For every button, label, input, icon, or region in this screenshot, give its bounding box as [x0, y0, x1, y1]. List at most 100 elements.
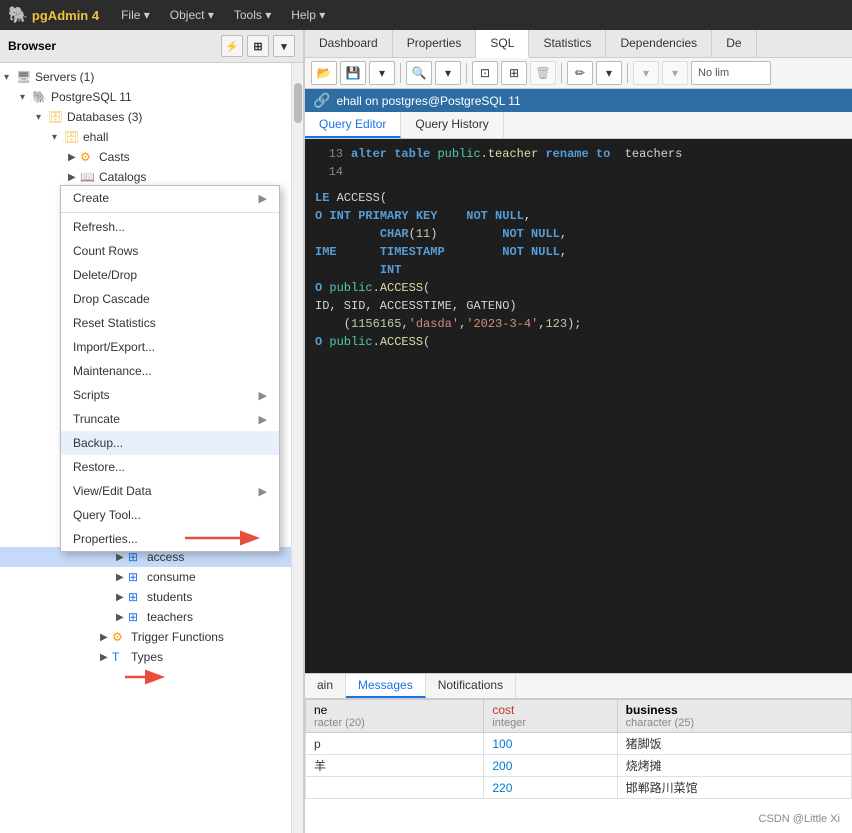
label-consume: consume — [147, 570, 196, 584]
search-btn[interactable]: 🔍 — [406, 61, 432, 85]
connection-label: ehall on postgres@PostgreSQL 11 — [336, 94, 520, 108]
toggle-catalogs[interactable]: ▶ — [68, 172, 80, 183]
icon-postgresql: 🐘 — [32, 90, 48, 104]
ctx-item-reset-statistics[interactable]: Reset Statistics — [61, 311, 279, 335]
menu-help[interactable]: Help ▾ — [281, 4, 335, 26]
toggle-triggerfunctions[interactable]: ▶ — [100, 632, 112, 643]
toggle-postgresql[interactable]: ▾ — [20, 92, 32, 103]
tree-node-databases[interactable]: ▾🗄Databases (3) — [0, 107, 291, 127]
sep2 — [466, 63, 467, 83]
ctx-item-import-export---[interactable]: Import/Export... — [61, 335, 279, 359]
ctx-label: Truncate — [73, 412, 120, 426]
tab-output[interactable]: ain — [305, 674, 346, 698]
tree-node-consume[interactable]: ▶⊞consume — [0, 567, 291, 587]
label-casts: Casts — [99, 150, 130, 164]
refresh-btn[interactable]: ⚡ — [221, 35, 243, 57]
tab-notifications[interactable]: Notifications — [426, 674, 516, 698]
tab-properties[interactable]: Properties — [393, 30, 477, 57]
open-file-btn[interactable]: 📂 — [311, 61, 337, 85]
delete-btn[interactable]: 🗑 — [530, 61, 556, 85]
icon-access: ⊞ — [128, 550, 144, 564]
toggle-servers[interactable]: ▾ — [4, 72, 16, 83]
connection-icon: 🔗 — [313, 92, 330, 109]
ctx-item-delete-drop[interactable]: Delete/Drop — [61, 263, 279, 287]
tab-query-editor[interactable]: Query Editor — [305, 112, 401, 138]
label-triggerfunctions: Trigger Functions — [131, 630, 224, 644]
toggle-ehall[interactable]: ▾ — [52, 132, 64, 143]
tree-node-types[interactable]: ▶TTypes — [0, 647, 291, 667]
filter3-btn[interactable]: ▾ — [662, 61, 688, 85]
tree-node-catalogs[interactable]: ▶📖Catalogs — [0, 167, 291, 187]
ctx-item-refresh---[interactable]: Refresh... — [61, 215, 279, 239]
save-btn[interactable]: 💾 — [340, 61, 366, 85]
label-types: Types — [131, 650, 163, 664]
ctx-item-restore---[interactable]: Restore... — [61, 455, 279, 479]
table-row: 220 邯郸路川菜馆 — [306, 777, 852, 799]
ctx-arrow-icon: ▶ — [259, 192, 267, 205]
menu-file[interactable]: File ▾ — [111, 4, 160, 26]
icon-types: T — [112, 650, 128, 664]
ctx-item-truncate[interactable]: Truncate▶ — [61, 407, 279, 431]
tree-node-students[interactable]: ▶⊞students — [0, 587, 291, 607]
ctx-label: Query Tool... — [73, 508, 141, 522]
tree-node-casts[interactable]: ▶⚙Casts — [0, 147, 291, 167]
toggle-students[interactable]: ▶ — [116, 592, 128, 603]
backup-arrow — [180, 528, 270, 548]
tab-de[interactable]: De — [712, 30, 756, 57]
toggle-databases[interactable]: ▾ — [36, 112, 48, 123]
right-panel: Dashboard Properties SQL Statistics Depe… — [305, 30, 852, 833]
toggle-access[interactable]: ▶ — [116, 552, 128, 563]
tab-query-history[interactable]: Query History — [401, 112, 503, 138]
ctx-item-drop-cascade[interactable]: Drop Cascade — [61, 287, 279, 311]
copy-btn[interactable]: ⊡ — [472, 61, 498, 85]
ctx-item-view-edit-data[interactable]: View/Edit Data▶ — [61, 479, 279, 503]
ctx-item-maintenance---[interactable]: Maintenance... — [61, 359, 279, 383]
toggle-teachers[interactable]: ▶ — [116, 612, 128, 623]
menu-object[interactable]: Object ▾ — [160, 4, 224, 26]
tab-bar-top: Dashboard Properties SQL Statistics Depe… — [305, 30, 852, 58]
tab-sql[interactable]: SQL — [476, 30, 529, 58]
tab-messages[interactable]: Messages — [346, 674, 426, 698]
tree-node-ehall[interactable]: ▾🗄ehall — [0, 127, 291, 147]
ctx-label: Backup... — [73, 436, 123, 450]
tab-statistics[interactable]: Statistics — [529, 30, 606, 57]
toolbar: 📂 💾 ▾ 🔍 ▾ ⊡ ⊞ 🗑 ✏ ▾ ▾ ▾ No lim — [305, 58, 852, 89]
ctx-label: Reset Statistics — [73, 316, 156, 330]
ctx-separator — [61, 212, 279, 213]
tree-node-postgresql[interactable]: ▾🐘PostgreSQL 11 — [0, 87, 291, 107]
menu-tools[interactable]: Tools ▾ — [224, 4, 281, 26]
connection-bar: 🔗 ehall on postgres@PostgreSQL 11 — [305, 89, 852, 112]
filter2-btn[interactable]: ▾ — [633, 61, 659, 85]
ctx-item-create[interactable]: Create ▶ — [61, 186, 279, 210]
save-dropdown-btn[interactable]: ▾ — [369, 61, 395, 85]
tree-node-triggerfunctions[interactable]: ▶⚙Trigger Functions — [0, 627, 291, 647]
ctx-arrow-icon: ▶ — [259, 485, 267, 498]
search-dropdown-btn[interactable]: ▾ — [435, 61, 461, 85]
ctx-label: Create — [73, 191, 109, 205]
elephant-icon: 🐘 — [8, 5, 28, 25]
edit-btn[interactable]: ✏ — [567, 61, 593, 85]
ctx-item-count-rows[interactable]: Count Rows — [61, 239, 279, 263]
tab-dependencies[interactable]: Dependencies — [606, 30, 712, 57]
filter-btn[interactable]: ▾ — [273, 35, 295, 57]
browser-header: Browser ⚡ ⊞ ▾ — [0, 30, 303, 63]
label-ehall: ehall — [83, 130, 108, 144]
ctx-item-query-tool---[interactable]: Query Tool... — [61, 503, 279, 527]
editor-tabs: Query Editor Query History — [305, 112, 852, 139]
tab-dashboard[interactable]: Dashboard — [305, 30, 393, 57]
edit-dropdown-btn[interactable]: ▾ — [596, 61, 622, 85]
grid-view-btn[interactable]: ⊞ — [247, 35, 269, 57]
paste-btn[interactable]: ⊞ — [501, 61, 527, 85]
results-area: ain Messages Notifications ne racter (20… — [305, 673, 852, 833]
toggle-consume[interactable]: ▶ — [116, 572, 128, 583]
app-logo: 🐘 pgAdmin 4 — [8, 5, 99, 25]
ctx-label: Refresh... — [73, 220, 125, 234]
ctx-item-backup---[interactable]: Backup... — [61, 431, 279, 455]
arrow-svg — [180, 528, 270, 548]
tree-node-servers[interactable]: ▾🖥Servers (1) — [0, 67, 291, 87]
toggle-casts[interactable]: ▶ — [68, 152, 80, 163]
toggle-types[interactable]: ▶ — [100, 652, 112, 663]
tree-node-teachers[interactable]: ▶⊞teachers — [0, 607, 291, 627]
ctx-item-scripts[interactable]: Scripts▶ — [61, 383, 279, 407]
code-area[interactable]: 13alter table public.teacher rename to t… — [305, 139, 852, 673]
